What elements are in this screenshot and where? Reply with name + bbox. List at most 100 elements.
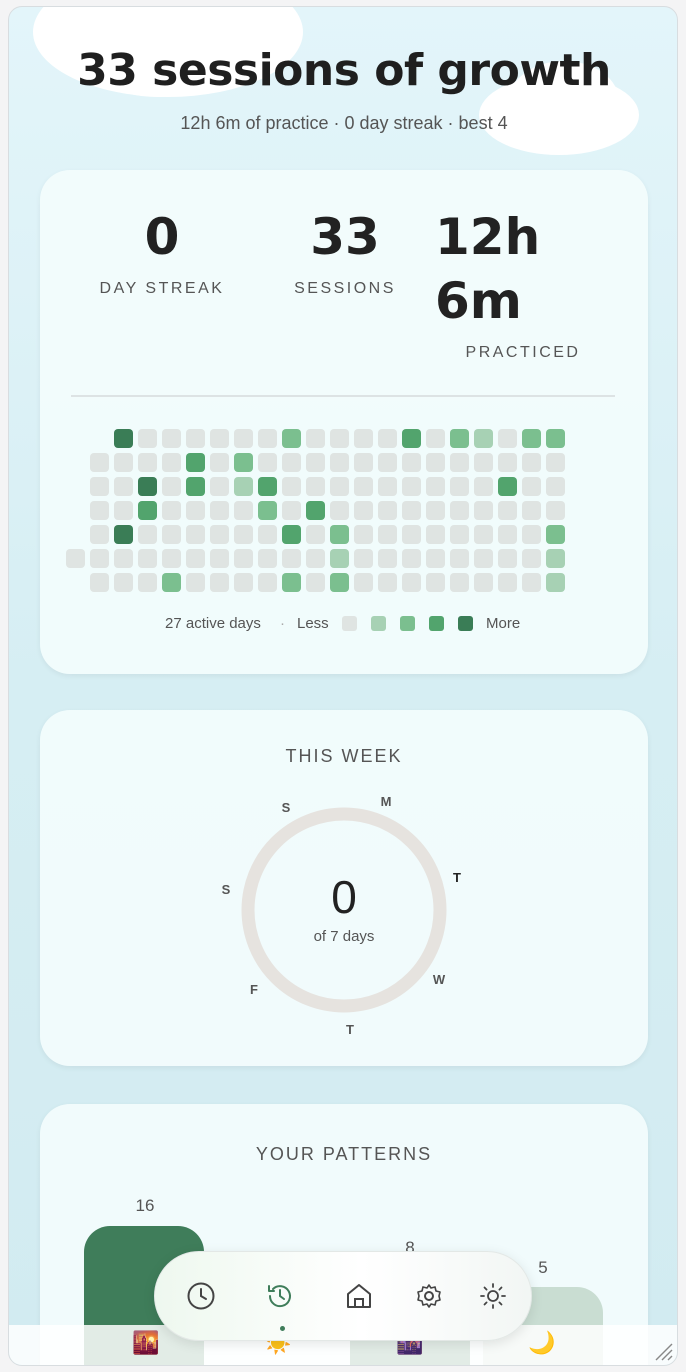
heatmap-cell[interactable] [330, 549, 349, 568]
heatmap-cell[interactable] [114, 477, 133, 496]
heatmap-cell[interactable] [258, 501, 277, 520]
heatmap-cell[interactable] [450, 525, 469, 544]
heatmap-cell[interactable] [378, 453, 397, 472]
heatmap-cell[interactable] [498, 501, 517, 520]
heatmap-cell[interactable] [450, 501, 469, 520]
moon-icon[interactable]: 🌙 [527, 1331, 557, 1356]
heatmap-cell[interactable] [354, 477, 373, 496]
heatmap-cell[interactable] [546, 573, 565, 592]
heatmap-cell[interactable] [426, 501, 445, 520]
heatmap-cell[interactable] [234, 477, 253, 496]
heatmap-cell[interactable] [522, 573, 541, 592]
heatmap-cell[interactable] [210, 573, 229, 592]
heatmap-cell[interactable] [186, 549, 205, 568]
heatmap-cell[interactable] [282, 549, 301, 568]
heatmap-cell[interactable] [522, 549, 541, 568]
settings-icon[interactable] [413, 1280, 445, 1312]
heatmap-cell[interactable] [90, 453, 109, 472]
heatmap-cell[interactable] [546, 525, 565, 544]
heatmap-cell[interactable] [114, 573, 133, 592]
heatmap-cell[interactable] [330, 453, 349, 472]
heatmap-cell[interactable] [498, 525, 517, 544]
heatmap-cell[interactable] [450, 477, 469, 496]
heatmap-cell[interactable] [258, 549, 277, 568]
heatmap-cell[interactable] [474, 549, 493, 568]
heatmap-cell[interactable] [474, 429, 493, 448]
heatmap-cell[interactable] [114, 429, 133, 448]
heatmap-cell[interactable] [162, 501, 181, 520]
heatmap-cell[interactable] [234, 549, 253, 568]
heatmap-cell[interactable] [282, 573, 301, 592]
heatmap-cell[interactable] [402, 429, 421, 448]
heatmap-cell[interactable] [402, 453, 421, 472]
heatmap-cell[interactable] [114, 501, 133, 520]
heatmap-cell[interactable] [354, 453, 373, 472]
heatmap-cell[interactable] [210, 477, 229, 496]
heatmap-cell[interactable] [162, 453, 181, 472]
heatmap-cell[interactable] [186, 525, 205, 544]
heatmap-cell[interactable] [330, 525, 349, 544]
heatmap-cell[interactable] [402, 549, 421, 568]
heatmap-cell[interactable] [330, 477, 349, 496]
heatmap-cell[interactable] [546, 429, 565, 448]
heatmap-cell[interactable] [546, 453, 565, 472]
heatmap-cell[interactable] [378, 477, 397, 496]
heatmap-cell[interactable] [162, 477, 181, 496]
heatmap-cell[interactable] [522, 525, 541, 544]
heatmap-cell[interactable] [210, 549, 229, 568]
heatmap-cell[interactable] [522, 501, 541, 520]
heatmap-cell[interactable] [402, 501, 421, 520]
heatmap-cell[interactable] [426, 525, 445, 544]
heatmap-cell[interactable] [138, 429, 157, 448]
heatmap-cell[interactable] [162, 573, 181, 592]
heatmap-cell[interactable] [426, 549, 445, 568]
heatmap-cell[interactable] [258, 477, 277, 496]
heatmap-cell[interactable] [282, 453, 301, 472]
heatmap-cell[interactable] [402, 573, 421, 592]
heatmap-cell[interactable] [186, 429, 205, 448]
heatmap-cell[interactable] [426, 453, 445, 472]
heatmap-cell[interactable] [330, 429, 349, 448]
heatmap-cell[interactable] [426, 429, 445, 448]
heatmap-cell[interactable] [282, 525, 301, 544]
heatmap-cell[interactable] [234, 525, 253, 544]
heatmap-cell[interactable] [186, 501, 205, 520]
heatmap-cell[interactable] [402, 525, 421, 544]
heatmap-cell[interactable] [186, 573, 205, 592]
heatmap-cell[interactable] [498, 477, 517, 496]
heatmap-cell[interactable] [546, 477, 565, 496]
history-icon[interactable] [264, 1280, 296, 1312]
heatmap-cell[interactable] [306, 525, 325, 544]
heatmap-cell[interactable] [138, 525, 157, 544]
heatmap-cell[interactable] [114, 453, 133, 472]
heatmap-cell[interactable] [378, 501, 397, 520]
heatmap-cell[interactable] [426, 573, 445, 592]
heatmap-cell[interactable] [522, 429, 541, 448]
heatmap-cell[interactable] [234, 429, 253, 448]
heatmap-cell[interactable] [90, 549, 109, 568]
heatmap-cell[interactable] [282, 501, 301, 520]
heatmap-cell[interactable] [522, 453, 541, 472]
heatmap-cell[interactable] [354, 573, 373, 592]
heatmap-cell[interactable] [330, 573, 349, 592]
heatmap-cell[interactable] [210, 453, 229, 472]
heatmap-cell[interactable] [498, 453, 517, 472]
heatmap-cell[interactable] [138, 501, 157, 520]
heatmap-cell[interactable] [546, 501, 565, 520]
heatmap-cell[interactable] [426, 477, 445, 496]
home-icon[interactable] [343, 1280, 375, 1312]
heatmap-cell[interactable] [378, 549, 397, 568]
heatmap-cell[interactable] [306, 549, 325, 568]
heatmap-cell[interactable] [306, 429, 325, 448]
heatmap-cell[interactable] [378, 429, 397, 448]
heatmap-cell[interactable] [258, 573, 277, 592]
sunset-icon[interactable]: 🌇 [131, 1331, 161, 1356]
heatmap-cell[interactable] [450, 453, 469, 472]
clock-icon[interactable] [185, 1280, 217, 1312]
heatmap-cell[interactable] [90, 477, 109, 496]
heatmap-cell[interactable] [138, 573, 157, 592]
heatmap-cell[interactable] [498, 549, 517, 568]
heatmap-cell[interactable] [66, 549, 85, 568]
heatmap-cell[interactable] [450, 549, 469, 568]
heatmap-cell[interactable] [90, 573, 109, 592]
